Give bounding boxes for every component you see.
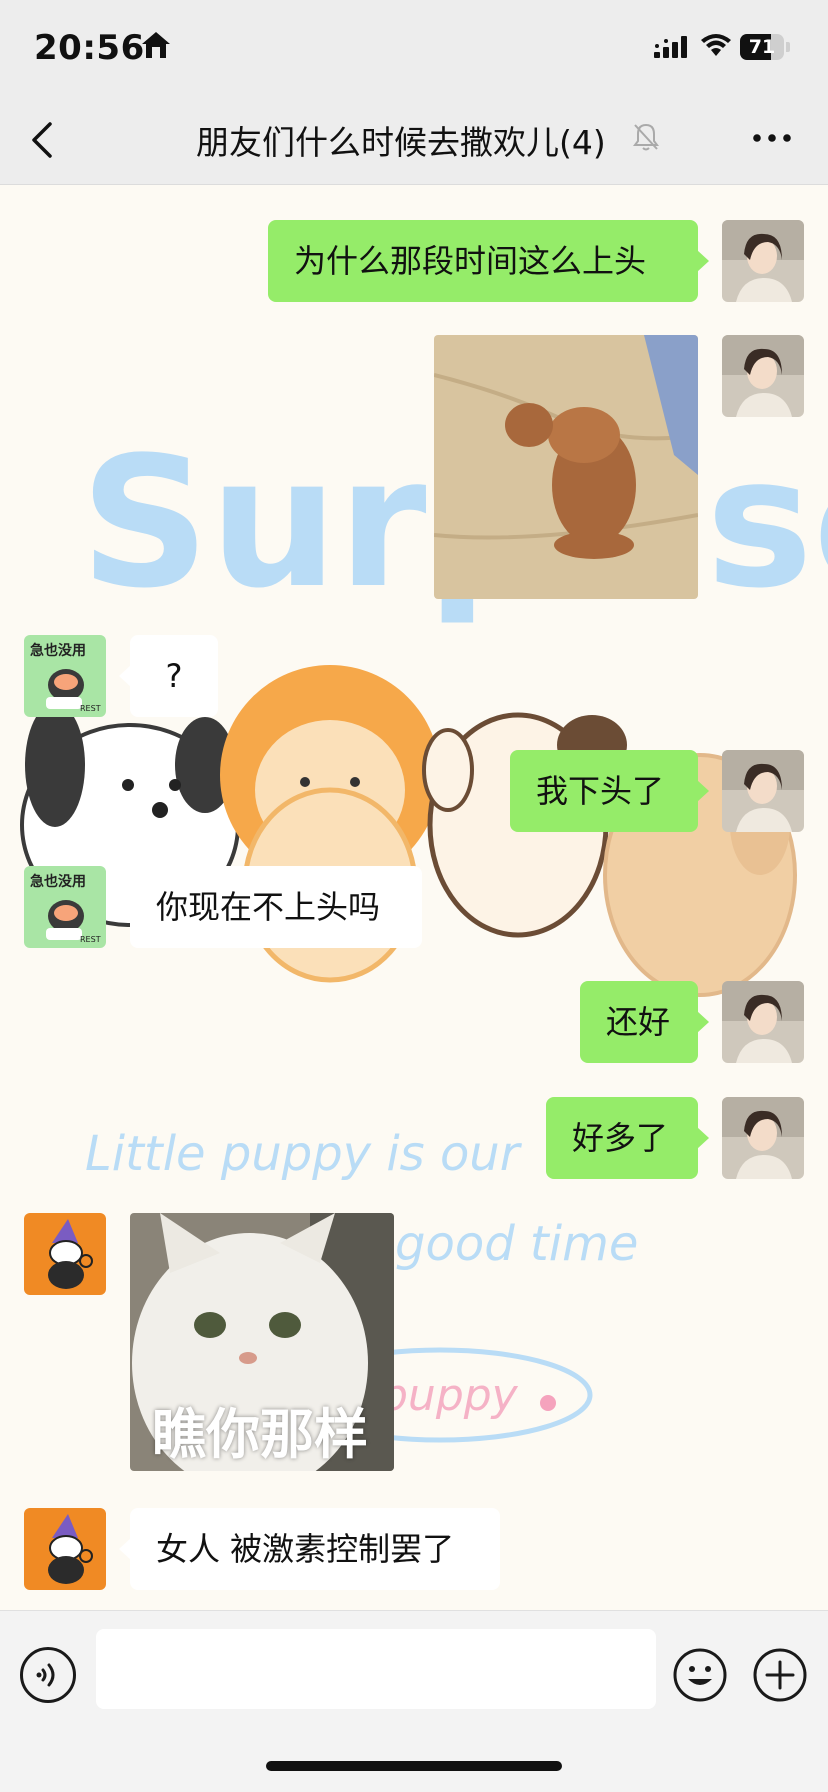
avatar-text: 急也没用 <box>30 642 86 659</box>
more-options-icon[interactable] <box>752 132 792 144</box>
battery-percent: 71 <box>748 36 776 58</box>
avatar-text: REST <box>80 704 101 713</box>
message-text: 好多了 <box>572 1119 669 1157</box>
my-avatar[interactable] <box>722 750 804 832</box>
message-list[interactable]: 为什么那段时间这么上头 急也没用 REST ? 我下头了 急也没用 REST 你… <box>0 185 828 1610</box>
plus-icon[interactable] <box>752 1647 808 1703</box>
message-text: 女人 被激素控制罢了 <box>156 1530 455 1568</box>
wifi-icon <box>701 34 731 56</box>
battery-indicator: 71 <box>740 34 790 60</box>
chat-title: 朋友们什么时候去撒欢儿(4) <box>196 123 606 162</box>
avatar-text: REST <box>80 935 101 944</box>
battery-tip <box>786 42 790 52</box>
home-indicator <box>266 1761 562 1771</box>
sticker-image-cat[interactable]: 瞧你那样 <box>130 1213 394 1471</box>
message-bubble-outgoing[interactable]: 还好 <box>580 981 709 1063</box>
message-bubble-outgoing[interactable]: 我下头了 <box>510 750 709 832</box>
message-input[interactable] <box>96 1629 656 1709</box>
sticker-caption: 瞧你那样 <box>152 1403 368 1466</box>
message-bubble-incoming[interactable]: 你现在不上头吗 <box>119 866 422 948</box>
my-avatar[interactable] <box>722 981 804 1063</box>
signal-icon <box>654 36 687 58</box>
my-avatar[interactable] <box>722 1097 804 1179</box>
message-text: ? <box>165 657 183 695</box>
message-bubble-incoming[interactable]: ? <box>119 635 218 717</box>
emoji-icon[interactable] <box>672 1647 728 1703</box>
my-avatar[interactable] <box>722 335 804 417</box>
friend-avatar-cat-green[interactable]: 急也没用 REST <box>24 635 106 717</box>
chat-screen: 20:56 71 朋友们什么时候去撒欢儿(4) Little puppy is … <box>0 0 828 1792</box>
message-bubble-incoming[interactable]: 女人 被激素控制罢了 <box>119 1508 500 1590</box>
message-bubble-outgoing[interactable]: 好多了 <box>546 1097 709 1179</box>
sticker-image-jerry[interactable] <box>434 335 698 599</box>
message-text: 为什么那段时间这么上头 <box>294 242 647 280</box>
friend-avatar-cat-green[interactable]: 急也没用 REST <box>24 866 106 948</box>
friend-avatar-witch-cat[interactable] <box>24 1508 106 1590</box>
my-avatar[interactable] <box>722 220 804 302</box>
status-bar: 20:56 71 <box>0 0 828 92</box>
message-bubble-outgoing[interactable]: 为什么那段时间这么上头 <box>268 220 709 302</box>
voice-input-button[interactable] <box>20 1647 76 1703</box>
voice-icon <box>36 1663 55 1687</box>
mute-bell-icon <box>633 123 659 151</box>
message-text: 还好 <box>606 1003 671 1041</box>
home-icon <box>142 32 170 58</box>
friend-avatar-witch-cat[interactable] <box>24 1213 106 1295</box>
chat-header: 朋友们什么时候去撒欢儿(4) <box>0 92 828 185</box>
back-arrow-icon[interactable] <box>30 120 54 160</box>
message-text: 你现在不上头吗 <box>156 888 381 926</box>
battery-body: 71 <box>740 34 784 60</box>
message-text: 我下头了 <box>536 772 665 810</box>
status-time: 20:56 <box>34 28 145 68</box>
avatar-text: 急也没用 <box>30 873 86 890</box>
